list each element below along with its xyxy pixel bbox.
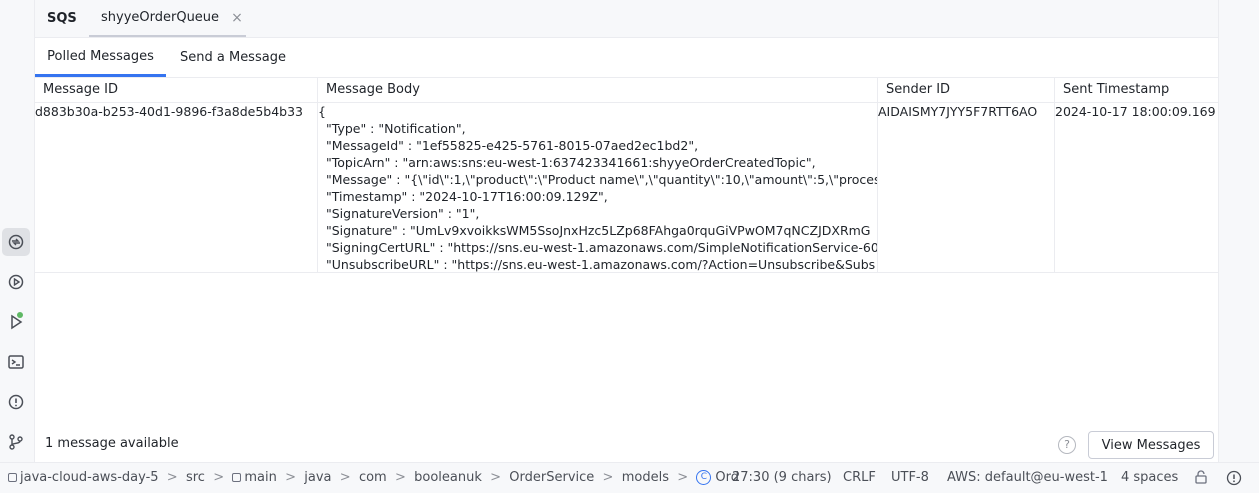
tool-window-tabs: SQS shyyeOrderQueue × — [35, 0, 1218, 38]
message-tabs: Polled Messages Send a Message — [35, 38, 1218, 78]
view-messages-button[interactable]: View Messages — [1088, 431, 1214, 459]
breadcrumb-item[interactable]: OrderService — [509, 470, 594, 485]
run-debug-icon[interactable] — [2, 268, 30, 296]
close-icon[interactable]: × — [231, 10, 243, 26]
problems-icon[interactable] — [2, 388, 30, 416]
breadcrumb-separator: > — [276, 470, 305, 485]
breadcrumb-item[interactable]: java — [304, 470, 331, 485]
message-body-line: "SigningCertURL" : "https://sns.eu-west-… — [326, 240, 878, 255]
sqs-tool-window: SQS shyyeOrderQueue × Polled Messages Se… — [35, 0, 1219, 462]
services-icon[interactable] — [2, 228, 30, 256]
caret-position[interactable]: 27:30 (9 chars) — [732, 463, 832, 493]
message-body-line: { — [318, 104, 326, 119]
breadcrumb-item[interactable]: models — [622, 470, 669, 485]
sent-timestamp: 2024-10-17 18:00:09.169 — [1055, 104, 1216, 119]
running-indicator — [17, 312, 23, 318]
terminal-icon[interactable] — [2, 348, 30, 376]
breadcrumb-separator: > — [204, 470, 233, 485]
tool-window-title: SQS — [47, 11, 77, 26]
column-header-message-body[interactable]: Message Body — [318, 78, 878, 102]
tab-queue-label: shyyeOrderQueue — [101, 10, 220, 25]
breadcrumb-item[interactable]: src — [186, 470, 205, 485]
breadcrumb-separator: > — [158, 470, 186, 485]
breadcrumb-separator: > — [594, 470, 622, 485]
message-body-cell: {"Type" : "Notification", "MessageId" : "… — [318, 103, 878, 272]
table-row[interactable]: d883b30a-b253-40d1-9896-f3a8de5b4b33 {"T… — [35, 103, 1218, 273]
tab-polled-messages[interactable]: Polled Messages — [35, 38, 166, 77]
breadcrumb-item[interactable]: booleanuk — [414, 470, 482, 485]
breadcrumb-separator: > — [481, 470, 510, 485]
notifications-icon[interactable] — [1226, 470, 1242, 486]
lock-icon[interactable] — [1194, 470, 1208, 486]
tab-send-message[interactable]: Send a Message — [180, 38, 286, 77]
line-separator[interactable]: CRLF — [843, 463, 876, 493]
class-icon: C — [696, 470, 712, 485]
message-body-line: "UnsubscribeURL" : "https://sns.eu-west-… — [326, 257, 876, 272]
breadcrumb-separator: > — [331, 470, 359, 485]
breadcrumb-separator: > — [386, 470, 415, 485]
message-body-line: "Timestamp" : "2024-10-17T16:00:09.129Z"… — [326, 189, 608, 204]
sent-timestamp-cell: 2024-10-17 18:00:09.169 — [1055, 103, 1218, 272]
right-tool-strip — [1219, 0, 1259, 462]
module-icon — [232, 473, 242, 482]
column-header-message-id[interactable]: Message ID — [35, 78, 318, 102]
left-tool-strip — [0, 0, 35, 462]
message-body-line: "Type" : "Notification", — [326, 121, 466, 136]
sender-id-cell: AIDAISMY7JYY5F7RTT6AO — [878, 103, 1055, 272]
tab-queue[interactable]: shyyeOrderQueue × — [89, 0, 246, 37]
run-icon[interactable] — [2, 308, 30, 336]
breadcrumb-item[interactable]: java-cloud-aws-day-5 — [20, 470, 159, 485]
aws-connection[interactable]: AWS: default@eu-west-1 — [947, 463, 1108, 493]
module-icon — [8, 473, 17, 482]
indent-setting[interactable]: 4 spaces — [1121, 463, 1178, 493]
status-bar: java-cloud-aws-day-5 > src > main > java… — [0, 462, 1259, 493]
message-count: 1 message available — [45, 436, 179, 451]
column-header-sent-timestamp[interactable]: Sent Timestamp — [1055, 78, 1218, 102]
breadcrumb: java-cloud-aws-day-5 > src > main > java… — [8, 463, 739, 493]
breadcrumb-item[interactable]: com — [359, 470, 387, 485]
message-id: d883b30a-b253-40d1-9896-f3a8de5b4b33 — [35, 104, 304, 119]
column-header-sender-id[interactable]: Sender ID — [878, 78, 1055, 102]
file-encoding[interactable]: UTF-8 — [891, 463, 929, 493]
message-id-cell: d883b30a-b253-40d1-9896-f3a8de5b4b33 — [35, 103, 318, 272]
message-body-line: "MessageId" : "1ef55825-e425-5761-8015-0… — [326, 138, 699, 153]
git-icon[interactable] — [2, 428, 30, 456]
sender-id: AIDAISMY7JYY5F7RTT6AO — [878, 104, 1038, 119]
breadcrumb-item[interactable]: main — [244, 470, 276, 485]
breadcrumb-separator: > — [668, 470, 697, 485]
message-body-line: "TopicArn" : "arn:aws:sns:eu-west-1:6374… — [326, 155, 816, 170]
message-body-line: "SignatureVersion" : "1", — [326, 206, 480, 221]
table-header: Message ID Message Body Sender ID Sent T… — [35, 78, 1218, 103]
message-body-line: "Signature" : "UmLv9xvoikksWM5SsoJnxHzc5… — [326, 223, 871, 238]
help-icon[interactable]: ? — [1058, 436, 1076, 454]
message-body-line: "Message" : "{\"id\":1,\"product\":\"Pro… — [326, 172, 878, 187]
